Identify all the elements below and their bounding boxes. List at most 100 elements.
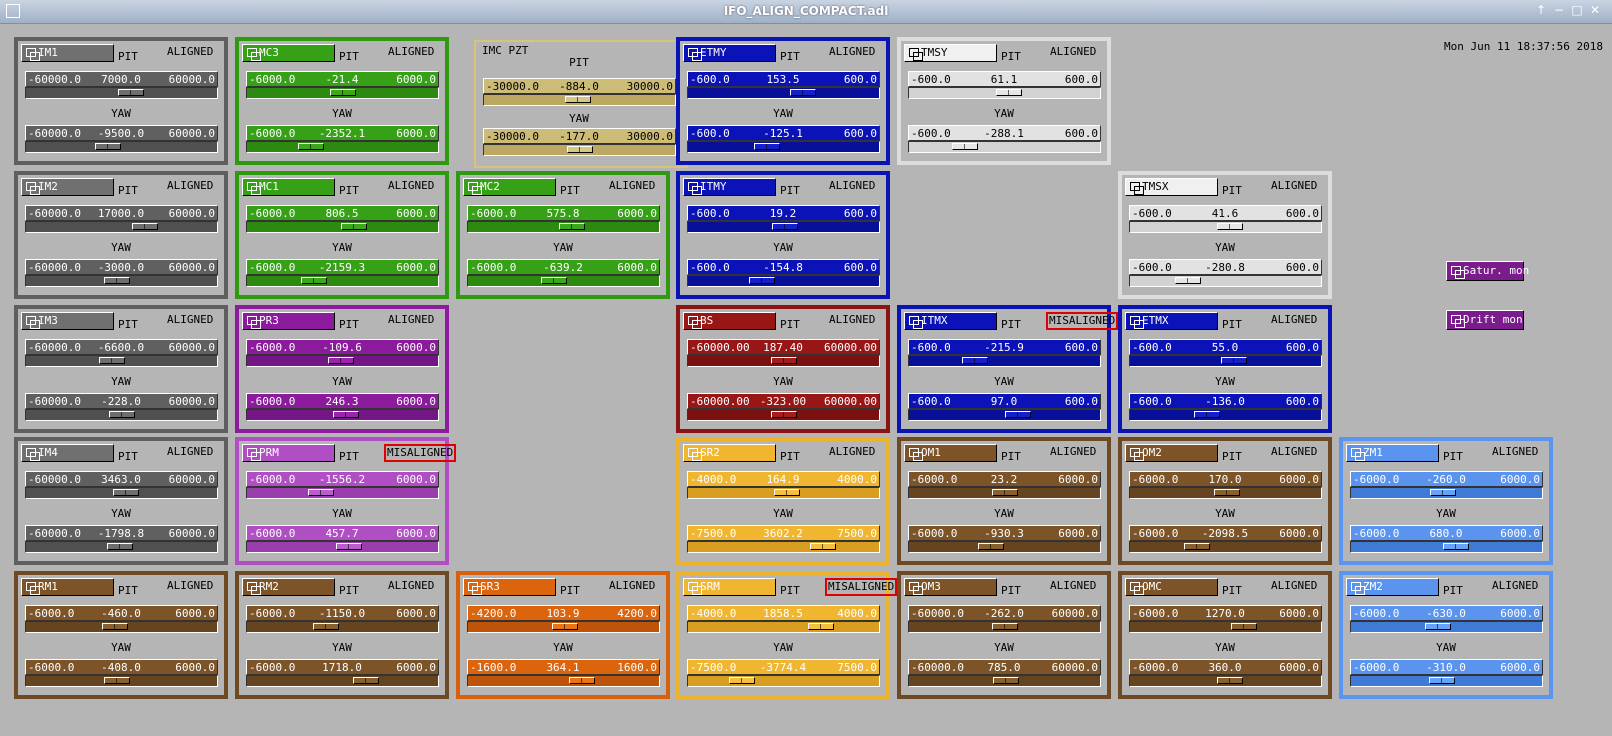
rm2-yaw-slider[interactable] bbox=[246, 675, 439, 687]
tmsx-pit-slider[interactable] bbox=[1129, 221, 1322, 233]
rm1-yaw-slider[interactable] bbox=[25, 675, 218, 687]
slider-knob[interactable] bbox=[341, 223, 367, 230]
im1-pit-slider[interactable] bbox=[25, 87, 218, 99]
om2-yaw-slider[interactable] bbox=[1129, 541, 1322, 553]
slider-knob[interactable] bbox=[1184, 543, 1210, 550]
pr3-yaw-slider[interactable] bbox=[246, 409, 439, 421]
window-maximize-icon[interactable]: □ bbox=[1568, 3, 1586, 17]
slider-knob[interactable] bbox=[808, 623, 834, 630]
imc-pzt-pit-slider[interactable] bbox=[483, 94, 676, 106]
slider-knob[interactable] bbox=[333, 411, 359, 418]
tmsy-yaw-slider[interactable] bbox=[908, 141, 1101, 153]
slider-knob[interactable] bbox=[774, 489, 800, 496]
zm2-pit-slider[interactable] bbox=[1350, 621, 1543, 633]
slider-knob[interactable] bbox=[1217, 223, 1243, 230]
etmx-display-button[interactable]: ETMX bbox=[1125, 312, 1218, 330]
mc1-yaw-slider[interactable] bbox=[246, 275, 439, 287]
etmx-yaw-slider[interactable] bbox=[1129, 409, 1322, 421]
zm2-yaw-slider[interactable] bbox=[1350, 675, 1543, 687]
mc3-yaw-slider[interactable] bbox=[246, 141, 439, 153]
itmy-display-button[interactable]: ITMY bbox=[683, 178, 776, 196]
om1-display-button[interactable]: OM1 bbox=[904, 444, 997, 462]
slider-knob[interactable] bbox=[118, 89, 144, 96]
window-close-icon[interactable]: ✕ bbox=[1586, 3, 1604, 17]
etmy-display-button[interactable]: ETMY bbox=[683, 44, 776, 62]
om1-pit-slider[interactable] bbox=[908, 487, 1101, 499]
satur-mon-button[interactable]: Satur. mon bbox=[1446, 261, 1529, 281]
slider-knob[interactable] bbox=[771, 411, 797, 418]
itmx-pit-slider[interactable] bbox=[908, 355, 1101, 367]
slider-knob[interactable] bbox=[1430, 489, 1456, 496]
pr3-display-button[interactable]: PR3 bbox=[242, 312, 335, 330]
slider-knob[interactable] bbox=[104, 677, 130, 684]
slider-knob[interactable] bbox=[559, 223, 585, 230]
slider-knob[interactable] bbox=[565, 96, 591, 103]
slider-knob[interactable] bbox=[754, 143, 780, 150]
bs-pit-slider[interactable] bbox=[687, 355, 880, 367]
prm-pit-slider[interactable] bbox=[246, 487, 439, 499]
mc2-display-button[interactable]: MC2 bbox=[463, 178, 556, 196]
im2-yaw-slider[interactable] bbox=[25, 275, 218, 287]
slider-knob[interactable] bbox=[132, 223, 158, 230]
omc-yaw-slider[interactable] bbox=[1129, 675, 1322, 687]
window-raise-icon[interactable]: ↑ bbox=[1532, 3, 1550, 17]
im4-display-button[interactable]: IM4 bbox=[21, 444, 114, 462]
sr2-pit-slider[interactable] bbox=[687, 487, 880, 499]
omc-pit-slider[interactable] bbox=[1129, 621, 1322, 633]
etmx-pit-slider[interactable] bbox=[1129, 355, 1322, 367]
itmx-display-button[interactable]: ITMX bbox=[904, 312, 997, 330]
mc1-pit-slider[interactable] bbox=[246, 221, 439, 233]
im4-pit-slider[interactable] bbox=[25, 487, 218, 499]
prm-display-button[interactable]: PRM bbox=[242, 444, 335, 462]
im4-yaw-slider[interactable] bbox=[25, 541, 218, 553]
slider-knob[interactable] bbox=[102, 623, 128, 630]
sr3-pit-slider[interactable] bbox=[467, 621, 660, 633]
slider-knob[interactable] bbox=[107, 543, 133, 550]
slider-knob[interactable] bbox=[330, 89, 356, 96]
slider-knob[interactable] bbox=[328, 357, 354, 364]
mc2-pit-slider[interactable] bbox=[467, 221, 660, 233]
slider-knob[interactable] bbox=[113, 489, 139, 496]
tmsy-pit-slider[interactable] bbox=[908, 87, 1101, 99]
slider-knob[interactable] bbox=[353, 677, 379, 684]
slider-knob[interactable] bbox=[541, 277, 567, 284]
im3-yaw-slider[interactable] bbox=[25, 409, 218, 421]
slider-knob[interactable] bbox=[569, 677, 595, 684]
bs-display-button[interactable]: BS bbox=[683, 312, 776, 330]
slider-knob[interactable] bbox=[104, 277, 130, 284]
mc1-display-button[interactable]: MC1 bbox=[242, 178, 335, 196]
om3-pit-slider[interactable] bbox=[908, 621, 1101, 633]
slider-knob[interactable] bbox=[1231, 623, 1257, 630]
window-titlebar[interactable]: IFO_ALIGN_COMPACT.adl ↑ − □ ✕ bbox=[0, 0, 1612, 24]
slider-knob[interactable] bbox=[1005, 411, 1031, 418]
slider-knob[interactable] bbox=[99, 357, 125, 364]
sr3-display-button[interactable]: SR3 bbox=[463, 578, 556, 596]
om2-display-button[interactable]: OM2 bbox=[1125, 444, 1218, 462]
itmx-yaw-slider[interactable] bbox=[908, 409, 1101, 421]
im3-display-button[interactable]: IM3 bbox=[21, 312, 114, 330]
tmsx-display-button[interactable]: TMSX bbox=[1125, 178, 1218, 196]
im2-pit-slider[interactable] bbox=[25, 221, 218, 233]
prm-yaw-slider[interactable] bbox=[246, 541, 439, 553]
rm2-pit-slider[interactable] bbox=[246, 621, 439, 633]
itmy-yaw-slider[interactable] bbox=[687, 275, 880, 287]
slider-knob[interactable] bbox=[313, 623, 339, 630]
imc-pzt-yaw-slider[interactable] bbox=[483, 144, 676, 156]
im2-display-button[interactable]: IM2 bbox=[21, 178, 114, 196]
slider-knob[interactable] bbox=[1194, 411, 1220, 418]
zm1-pit-slider[interactable] bbox=[1350, 487, 1543, 499]
slider-knob[interactable] bbox=[978, 543, 1004, 550]
mc3-pit-slider[interactable] bbox=[246, 87, 439, 99]
slider-knob[interactable] bbox=[109, 411, 135, 418]
slider-knob[interactable] bbox=[301, 277, 327, 284]
slider-knob[interactable] bbox=[772, 223, 798, 230]
omc-display-button[interactable]: OMC bbox=[1125, 578, 1218, 596]
sr2-display-button[interactable]: SR2 bbox=[683, 444, 776, 462]
zm1-yaw-slider[interactable] bbox=[1350, 541, 1543, 553]
slider-knob[interactable] bbox=[1175, 277, 1201, 284]
zm1-display-button[interactable]: ZM1 bbox=[1346, 444, 1439, 462]
slider-knob[interactable] bbox=[996, 89, 1022, 96]
om2-pit-slider[interactable] bbox=[1129, 487, 1322, 499]
slider-knob[interactable] bbox=[298, 143, 324, 150]
slider-knob[interactable] bbox=[567, 146, 593, 153]
